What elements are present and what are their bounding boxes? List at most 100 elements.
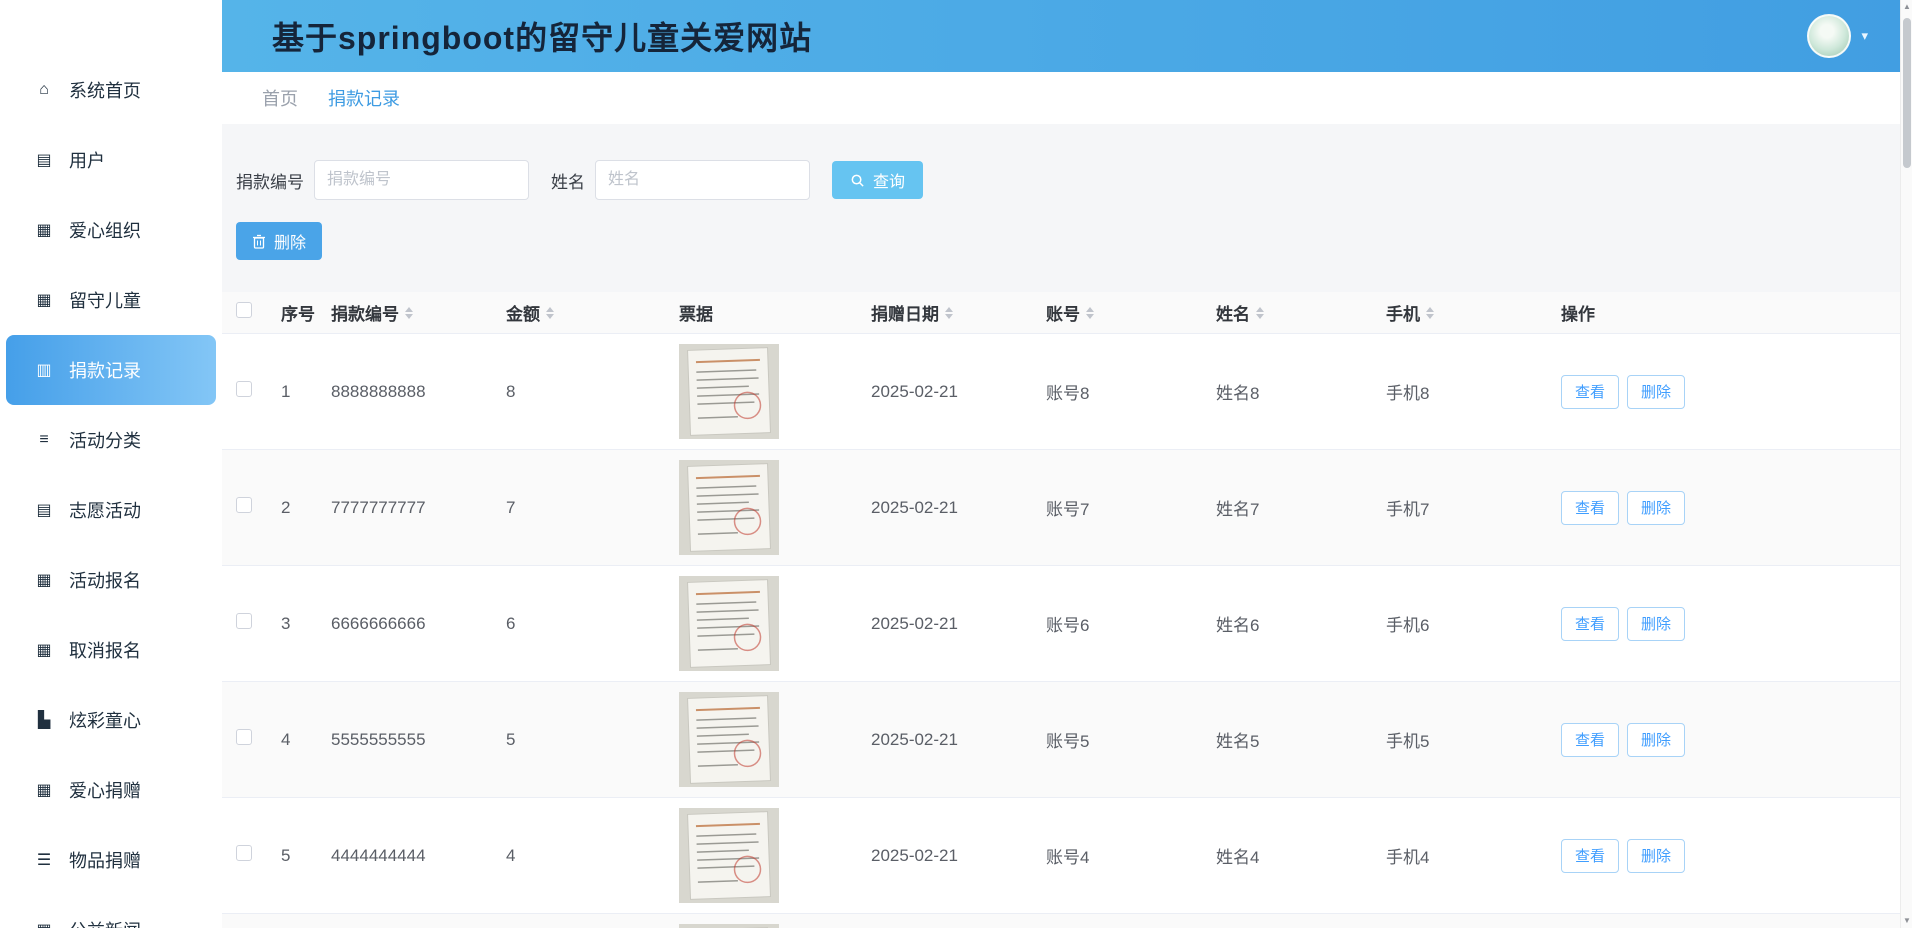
column-header: 操作 bbox=[1555, 300, 1912, 325]
receipt-image[interactable] bbox=[679, 692, 779, 787]
sidebar-item-12[interactable]: ☰ 物品捐赠 bbox=[6, 825, 216, 895]
cell-index: 4 bbox=[275, 730, 325, 750]
sidebar-item-5[interactable]: ▥ 捐款记录 bbox=[6, 335, 216, 405]
avatar[interactable] bbox=[1807, 14, 1851, 58]
grid-icon: ▦ bbox=[34, 570, 54, 590]
view-button[interactable]: 查看 bbox=[1561, 607, 1619, 641]
cell-account: 账号5 bbox=[1040, 727, 1210, 752]
filter-bar: 捐款编号 姓名 查询 bbox=[222, 124, 1912, 200]
chevron-down-icon[interactable]: ▾ bbox=[1861, 28, 1868, 44]
row-checkbox-cell bbox=[222, 613, 275, 634]
admin-page: ⌂ 系统首页 ▤ 用户 ▦ 爱心组织 ▦ 留守儿童 ▥ 捐款记录 ≡ 活动分类 … bbox=[0, 0, 1912, 928]
receipt-image[interactable] bbox=[679, 576, 779, 671]
row-delete-button[interactable]: 删除 bbox=[1627, 491, 1685, 525]
sidebar-item-2[interactable]: ▤ 用户 bbox=[6, 125, 216, 195]
donation-no-input[interactable] bbox=[314, 160, 529, 200]
row-checkbox[interactable] bbox=[236, 613, 252, 629]
column-header[interactable]: 手机 bbox=[1380, 300, 1555, 325]
row-checkbox[interactable] bbox=[236, 381, 252, 397]
view-button[interactable]: 查看 bbox=[1561, 491, 1619, 525]
view-button[interactable]: 查看 bbox=[1561, 839, 1619, 873]
delete-button-label: 删除 bbox=[274, 229, 306, 253]
sidebar-item-label: 系统首页 bbox=[69, 77, 141, 103]
cell-index: 2 bbox=[275, 498, 325, 518]
sidebar-item-10[interactable]: ▙ 炫彩童心 bbox=[6, 685, 216, 755]
sort-carets-icon[interactable] bbox=[1256, 307, 1264, 319]
cell-amount: 4 bbox=[500, 846, 673, 866]
donation-no-label: 捐款编号 bbox=[236, 168, 304, 193]
column-header[interactable]: 捐款编号 bbox=[325, 300, 500, 325]
receipt-image[interactable] bbox=[679, 808, 779, 903]
tab-donation-records[interactable]: 捐款记录 bbox=[328, 85, 400, 111]
sidebar-item-7[interactable]: ▤ 志愿活动 bbox=[6, 475, 216, 545]
cell-operations: 查看 删除 bbox=[1555, 375, 1912, 409]
sidebar-item-9[interactable]: ▦ 取消报名 bbox=[6, 615, 216, 685]
column-header[interactable]: 金额 bbox=[500, 300, 673, 325]
sort-carets-icon[interactable] bbox=[546, 307, 554, 319]
delete-button[interactable]: 删除 bbox=[236, 222, 322, 260]
sort-carets-icon[interactable] bbox=[1426, 307, 1434, 319]
tab-home[interactable]: 首页 bbox=[262, 85, 298, 111]
user-menu[interactable]: ▾ bbox=[1807, 14, 1868, 58]
row-checkbox-cell bbox=[222, 729, 275, 750]
column-header[interactable]: 捐赠日期 bbox=[865, 300, 1040, 325]
row-delete-button[interactable]: 删除 bbox=[1627, 723, 1685, 757]
row-checkbox[interactable] bbox=[236, 729, 252, 745]
row-delete-button[interactable]: 删除 bbox=[1627, 607, 1685, 641]
bar-chart-icon: ▙ bbox=[34, 710, 54, 730]
table-header-row: 序号捐款编号金额票据捐赠日期账号姓名手机操作 bbox=[222, 292, 1912, 334]
sidebar-item-11[interactable]: ▦ 爱心捐赠 bbox=[6, 755, 216, 825]
column-header[interactable]: 姓名 bbox=[1210, 300, 1380, 325]
column-label: 捐款编号 bbox=[331, 300, 399, 325]
cell-receipt bbox=[673, 808, 865, 903]
cell-receipt bbox=[673, 692, 865, 787]
cell-name: 姓名7 bbox=[1210, 495, 1380, 520]
bulk-actions: 删除 bbox=[222, 200, 1912, 260]
view-button[interactable]: 查看 bbox=[1561, 375, 1619, 409]
content-area: 捐款编号 姓名 查询 删除 bbox=[222, 124, 1912, 928]
cell-date: 2025-02-21 bbox=[865, 498, 1040, 518]
sidebar-item-13[interactable]: ▦ 公益新闻 bbox=[6, 895, 216, 928]
sidebar-item-label: 取消报名 bbox=[69, 637, 141, 663]
query-button[interactable]: 查询 bbox=[832, 161, 923, 199]
row-checkbox[interactable] bbox=[236, 845, 252, 861]
cell-donation-no: 5555555555 bbox=[325, 730, 500, 750]
sidebar-item-label: 活动分类 bbox=[69, 427, 141, 453]
sidebar-item-8[interactable]: ▦ 活动报名 bbox=[6, 545, 216, 615]
name-input[interactable] bbox=[595, 160, 810, 200]
monitor-icon: ▥ bbox=[34, 360, 54, 380]
sidebar-item-1[interactable]: ⌂ 系统首页 bbox=[6, 55, 216, 125]
receipt-image[interactable] bbox=[679, 344, 779, 439]
sidebar-item-label: 用户 bbox=[69, 147, 105, 173]
table-row: 2 7777777777 7 bbox=[222, 450, 1912, 566]
sort-carets-icon[interactable] bbox=[945, 307, 953, 319]
receipt-image[interactable] bbox=[679, 924, 779, 928]
sidebar-item-4[interactable]: ▦ 留守儿童 bbox=[6, 265, 216, 335]
scrollbar-thumb[interactable] bbox=[1903, 18, 1911, 168]
select-all-checkbox[interactable] bbox=[236, 302, 252, 318]
receipt-image[interactable] bbox=[679, 460, 779, 555]
cell-amount: 6 bbox=[500, 614, 673, 634]
table-row: 查看 删除 bbox=[222, 914, 1912, 928]
scrollbar[interactable]: ▲ ▼ bbox=[1900, 0, 1912, 928]
grid-icon: ▦ bbox=[34, 220, 54, 240]
row-delete-button[interactable]: 删除 bbox=[1627, 839, 1685, 873]
row-delete-button[interactable]: 删除 bbox=[1627, 375, 1685, 409]
sidebar-item-6[interactable]: ≡ 活动分类 bbox=[6, 405, 216, 475]
cell-operations: 查看 删除 bbox=[1555, 723, 1912, 757]
sort-carets-icon[interactable] bbox=[1086, 307, 1094, 319]
table-row: 5 4444444444 4 bbox=[222, 798, 1912, 914]
column-header[interactable]: 账号 bbox=[1040, 300, 1210, 325]
view-button[interactable]: 查看 bbox=[1561, 723, 1619, 757]
scroll-down-icon[interactable]: ▼ bbox=[1901, 914, 1912, 928]
row-checkbox-cell bbox=[222, 845, 275, 866]
row-checkbox[interactable] bbox=[236, 497, 252, 513]
cell-account: 账号8 bbox=[1040, 379, 1210, 404]
sort-carets-icon[interactable] bbox=[405, 307, 413, 319]
trash-icon bbox=[252, 234, 266, 249]
sidebar-item-3[interactable]: ▦ 爱心组织 bbox=[6, 195, 216, 265]
grid-icon: ▦ bbox=[34, 920, 54, 928]
scroll-up-icon[interactable]: ▲ bbox=[1901, 0, 1912, 14]
column-header: 序号 bbox=[275, 300, 325, 325]
row-checkbox-cell bbox=[222, 381, 275, 402]
